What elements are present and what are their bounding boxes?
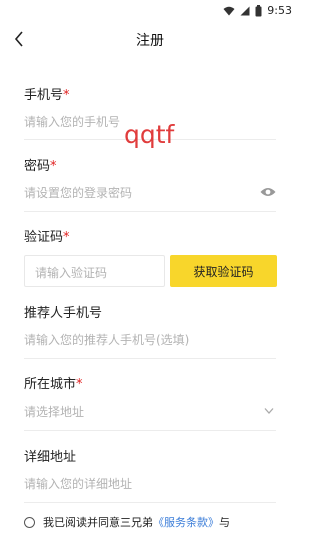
divider <box>24 502 276 503</box>
city-label: 所在城市* <box>24 373 83 392</box>
required-mark: * <box>63 88 70 103</box>
agreement-row: 我已阅读并同意三兄弟 《服务条款》 与 <box>24 514 230 530</box>
address-input[interactable]: 请输入您的详细地址 <box>24 475 276 492</box>
address-label-text: 详细地址 <box>24 450 77 465</box>
agree-radio[interactable] <box>24 516 35 528</box>
phone-label-text: 手机号 <box>24 88 64 103</box>
signal-icon <box>240 6 250 15</box>
password-label-text: 密码 <box>24 159 51 174</box>
nav-header: 注册 <box>0 22 300 56</box>
wifi-icon <box>223 6 235 15</box>
agreement-text: 我已阅读并同意三兄弟 <box>43 516 153 529</box>
get-code-button[interactable]: 获取验证码 <box>170 255 277 287</box>
status-icons: 9:53 <box>223 4 292 17</box>
referrer-label-text: 推荐人手机号 <box>24 306 103 321</box>
code-input[interactable]: 请输入验证码 <box>24 255 165 287</box>
code-placeholder: 请输入验证码 <box>35 266 108 280</box>
agreement-suffix: 与 <box>219 516 230 529</box>
referrer-input[interactable]: 请输入您的推荐人手机号(选填) <box>24 331 276 348</box>
eye-icon[interactable] <box>260 186 276 198</box>
chevron-down-icon[interactable] <box>264 407 274 415</box>
password-input[interactable]: 请设置您的登录密码 <box>24 184 250 201</box>
referrer-label: 推荐人手机号 <box>24 302 102 321</box>
status-time: 9:53 <box>267 4 292 17</box>
terms-link[interactable]: 《服务条款》 <box>153 514 219 530</box>
code-label: 验证码* <box>24 226 70 245</box>
required-mark: * <box>63 230 70 245</box>
required-mark: * <box>76 377 83 392</box>
address-label: 详细地址 <box>24 446 76 465</box>
watermark-text: qqtf <box>124 120 175 149</box>
required-mark: * <box>50 159 57 174</box>
city-select[interactable]: 请选择地址 <box>24 403 250 420</box>
divider <box>24 211 276 212</box>
battery-icon <box>255 4 262 16</box>
page-title: 注册 <box>136 33 164 49</box>
status-bar: 9:53 <box>0 0 300 22</box>
phone-label: 手机号* <box>24 84 70 103</box>
password-label: 密码* <box>24 155 57 174</box>
divider <box>24 430 276 431</box>
divider <box>24 358 276 359</box>
code-label-text: 验证码 <box>24 230 64 245</box>
city-label-text: 所在城市 <box>24 377 77 392</box>
